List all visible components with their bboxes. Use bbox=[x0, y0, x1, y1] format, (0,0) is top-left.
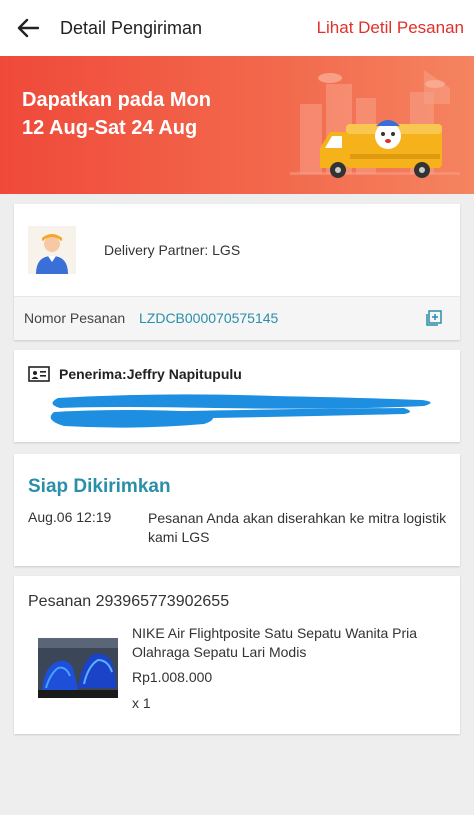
order-item-card[interactable]: Pesanan 293965773902655 NIKE Air Flightp… bbox=[14, 576, 460, 734]
order-number-value[interactable]: LZDCB000070575145 bbox=[139, 310, 278, 326]
product-price: Rp1.008.000 bbox=[132, 669, 213, 685]
status-description: Pesanan Anda akan diserahkan ke mitra lo… bbox=[148, 510, 447, 545]
delivery-estimate-line1: Dapatkan pada Mon bbox=[22, 89, 211, 111]
delivery-estimate-text: Dapatkan pada Mon 12 Aug-Sat 24 Aug bbox=[22, 86, 211, 142]
status-time: Aug.06 12:19 bbox=[28, 509, 112, 525]
top-bar: Detail Pengiriman Lihat Detil Pesanan bbox=[0, 0, 474, 56]
view-order-detail-link[interactable]: Lihat Detil Pesanan bbox=[317, 18, 464, 38]
id-card-icon bbox=[28, 366, 50, 382]
order-number-label: Nomor Pesanan bbox=[24, 310, 126, 326]
page-title: Detail Pengiriman bbox=[60, 18, 203, 38]
delivery-truck-illustration bbox=[290, 70, 460, 178]
delivery-partner-card: Delivery Partner: LGS Nomor Pesanan LZDC… bbox=[14, 204, 460, 340]
delivery-estimate-banner: Dapatkan pada Mon 12 Aug-Sat 24 Aug bbox=[0, 56, 474, 194]
order-number-row: Nomor Pesanan LZDCB000070575145 bbox=[14, 297, 460, 340]
redacted-address bbox=[50, 394, 431, 428]
arrow-left-icon bbox=[17, 18, 39, 38]
product-image[interactable] bbox=[38, 638, 118, 698]
order-title: Pesanan 293965773902655 bbox=[28, 593, 230, 610]
product-quantity: x 1 bbox=[132, 695, 151, 711]
shoe-image bbox=[38, 638, 118, 698]
shipment-status-card: Siap Dikirimkan Aug.06 12:19 Pesanan And… bbox=[14, 454, 460, 566]
copy-icon bbox=[426, 310, 442, 326]
delivery-partner-label: Delivery Partner: LGS bbox=[104, 242, 241, 258]
copy-button[interactable] bbox=[424, 308, 444, 328]
delivery-estimate-line2: 12 Aug-Sat 24 Aug bbox=[22, 117, 198, 139]
recipient-card: Penerima:Jeffry Napitupulu bbox=[14, 350, 460, 442]
courier-avatar bbox=[28, 226, 76, 274]
status-title: Siap Dikirimkan bbox=[28, 476, 171, 497]
recipient-name: Penerima:Jeffry Napitupulu bbox=[59, 366, 242, 382]
courier-icon bbox=[36, 234, 68, 274]
product-name[interactable]: NIKE Air Flightposite Satu Sepatu Wanita… bbox=[132, 624, 452, 662]
back-button[interactable] bbox=[12, 12, 44, 44]
